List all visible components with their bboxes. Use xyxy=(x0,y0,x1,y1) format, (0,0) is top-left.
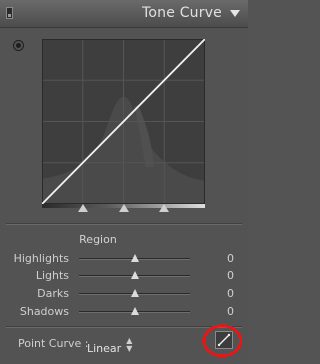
point-curve-label: Point Curve : xyxy=(18,337,89,350)
slider-shadows[interactable]: Shadows 0 xyxy=(0,304,248,320)
panel-title: Tone Curve xyxy=(142,5,222,21)
slider-label: Lights xyxy=(35,269,69,282)
panel-header[interactable]: Tone Curve xyxy=(0,0,248,28)
slider-value[interactable]: 0 xyxy=(227,287,234,300)
slider-thumb[interactable] xyxy=(130,254,139,262)
triangle-down-icon[interactable] xyxy=(230,10,240,17)
slider-value[interactable]: 0 xyxy=(227,252,234,265)
slider-label: Darks xyxy=(37,287,69,300)
red-highlight-circle xyxy=(202,324,242,357)
slider-darks[interactable]: Darks 0 xyxy=(0,286,248,302)
slider-highlights[interactable]: Highlights 0 xyxy=(0,251,248,267)
curve-svg xyxy=(42,39,205,204)
slider-lights[interactable]: Lights 0 xyxy=(0,268,248,284)
point-curve-value: Linear xyxy=(87,342,122,355)
tone-curve-panel: Tone Curve Region Highlights 0 Lights 0 … xyxy=(0,0,248,364)
split-handle-highlights[interactable] xyxy=(159,204,170,212)
panel-switch-icon[interactable] xyxy=(6,7,13,19)
region-title: Region xyxy=(79,233,117,246)
slider-value[interactable]: 0 xyxy=(227,269,234,282)
slider-thumb[interactable] xyxy=(130,289,139,297)
target-adjustment-icon[interactable] xyxy=(13,40,24,51)
slider-label: Highlights xyxy=(13,252,69,265)
divider xyxy=(6,223,242,225)
split-handle-shadows[interactable] xyxy=(77,204,88,212)
split-handle-midtones[interactable] xyxy=(118,204,129,212)
divider xyxy=(6,326,242,328)
slider-value[interactable]: 0 xyxy=(227,305,234,318)
up-down-arrows-icon: ▲ ▼ xyxy=(126,336,133,353)
slider-thumb[interactable] xyxy=(130,271,139,279)
point-curve-select[interactable]: Linear ▲ ▼ xyxy=(87,336,133,356)
slider-thumb[interactable] xyxy=(130,307,139,315)
slider-label: Shadows xyxy=(19,305,69,318)
tone-curve-graph[interactable] xyxy=(42,39,205,204)
